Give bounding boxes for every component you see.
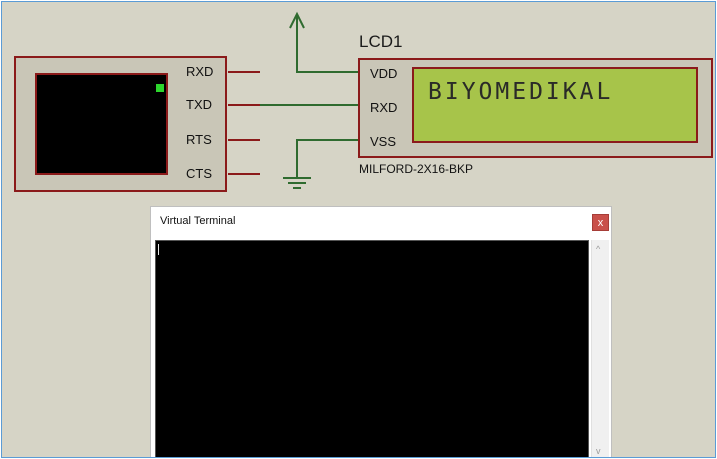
terminal-symbol-screen	[35, 73, 168, 175]
power-arrow-symbol	[289, 11, 359, 73]
close-button[interactable]: x	[592, 214, 609, 231]
vertical-scrollbar[interactable]: ^ v	[591, 240, 609, 457]
lcd-display: BIYOMEDIKAL	[412, 67, 698, 143]
lcd-pin-vss: VSS	[370, 134, 397, 149]
scroll-down-icon[interactable]: v	[596, 446, 601, 456]
vss-wire	[296, 139, 359, 178]
window-title: Virtual Terminal	[160, 215, 236, 227]
lcd-display-text: BIYOMEDIKAL	[428, 79, 614, 105]
pin-label-cts: CTS	[186, 166, 212, 181]
pin-label-rxd: RXD	[186, 64, 214, 79]
virtual-terminal-window[interactable]: Virtual Terminal x ^ v	[150, 206, 612, 457]
lcd-pin-vdd: VDD	[370, 66, 398, 81]
lcd-component[interactable]: VDD RXD VSS BIYOMEDIKAL	[358, 58, 713, 158]
scroll-up-icon[interactable]: ^	[596, 244, 600, 254]
ground-symbol	[283, 177, 311, 189]
terminal-output-area[interactable]	[155, 240, 589, 457]
window-titlebar[interactable]: Virtual Terminal x	[151, 207, 611, 237]
lcd-reference-label: LCD1	[359, 32, 403, 51]
lcd-pin-rxd: RXD	[370, 100, 398, 115]
schematic-canvas[interactable]: RXD TXD RTS CTS LCD1 VDD RXD VSS BIYOMED…	[1, 1, 716, 458]
lcd-part-label: MILFORD-2X16-BKP	[359, 162, 474, 176]
text-cursor	[158, 244, 159, 255]
terminal-status-led	[156, 84, 164, 92]
virtual-terminal-component[interactable]: RXD TXD RTS CTS	[14, 56, 227, 192]
pin-label-rts: RTS	[186, 132, 212, 147]
pin-label-txd: TXD	[186, 97, 212, 112]
